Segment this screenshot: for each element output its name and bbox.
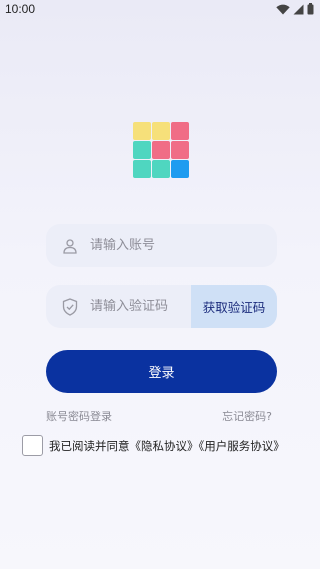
shield-icon [46,297,90,316]
status-icons [276,3,314,15]
verification-code-field[interactable]: 获取验证码 [46,285,277,328]
status-bar: 10:00 [0,0,320,18]
battery-icon [307,3,314,15]
logo-tile [152,160,170,178]
logo-tile [171,141,189,159]
wifi-icon [276,4,290,14]
user-icon [46,238,90,254]
user-service-agreement-link[interactable]: 《用户服务协议》 [199,439,285,453]
logo-tile [133,160,151,178]
login-button[interactable]: 登录 [46,350,277,393]
account-input[interactable] [90,238,190,253]
signal-icon [293,4,304,14]
account-field[interactable] [46,224,277,267]
get-code-button[interactable]: 获取验证码 [191,285,277,328]
logo-tile [152,122,170,140]
agreement-checkbox[interactable] [22,435,43,456]
password-login-link[interactable]: 账号密码登录 [46,408,112,424]
verification-code-input[interactable] [90,299,190,314]
logo-tile [133,141,151,159]
agreement-prefix: 我已阅读并同意 [49,438,130,453]
agreement-row: 我已阅读并同意《隐私协议》《用户服务协议》 [22,435,285,456]
agreement-text: 我已阅读并同意《隐私协议》《用户服务协议》 [49,438,285,454]
status-time: 10:00 [5,2,36,16]
logo-tile [133,122,151,140]
app-logo [133,122,190,179]
logo-tile [152,141,170,159]
forgot-password-link[interactable]: 忘记密码? [222,408,272,424]
logo-tile [171,122,189,140]
privacy-policy-link[interactable]: 《隐私协议》 [130,439,199,453]
logo-tile [171,160,189,178]
